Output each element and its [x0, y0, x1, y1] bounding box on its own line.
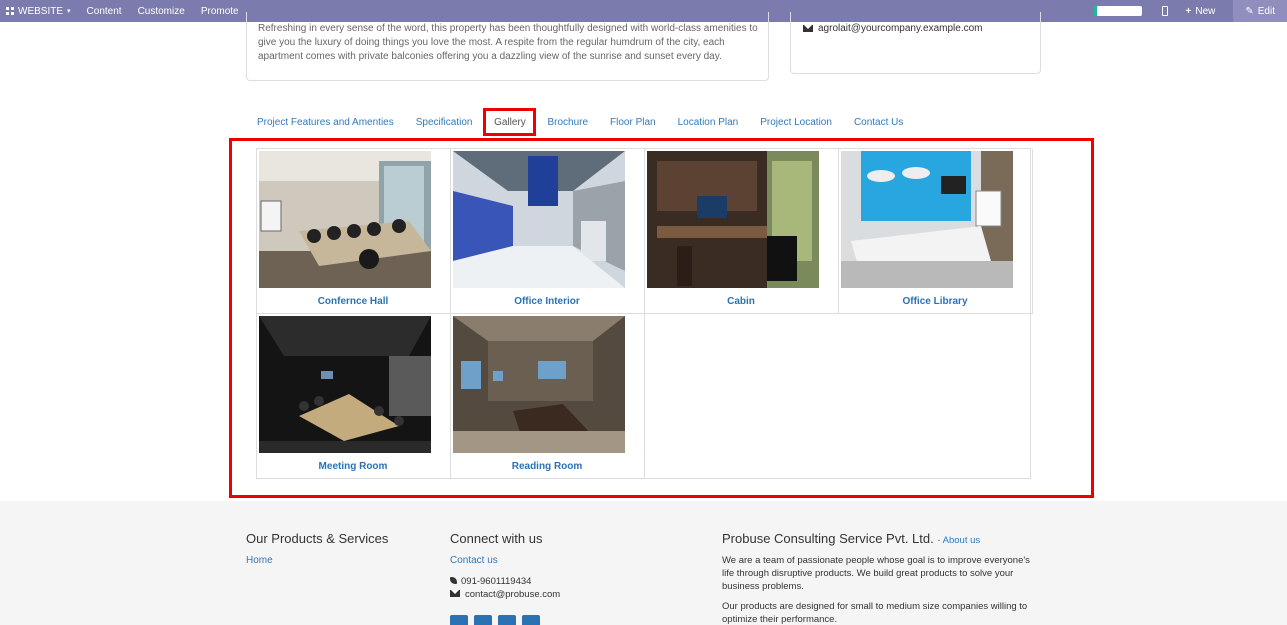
about-paragraph-1: We are a team of passionate people whose…	[722, 555, 1030, 592]
company-title: Probuse Consulting Service Pvt. Ltd. - A…	[722, 531, 1037, 546]
reading-room-image[interactable]	[453, 316, 625, 453]
menu-promote[interactable]: Promote	[193, 0, 247, 22]
footer-company: Probuse Consulting Service Pvt. Ltd. - A…	[722, 501, 1037, 625]
products-title: Our Products & Services	[246, 531, 389, 546]
tab-gallery[interactable]: Gallery	[483, 108, 537, 136]
publish-toggle[interactable]	[1093, 6, 1142, 16]
footer-products: Our Products & Services Home	[246, 501, 388, 566]
gallery-caption[interactable]: Cabin	[645, 296, 837, 307]
facebook-icon[interactable]	[450, 615, 468, 625]
project-tabs: Project Features and Amenties Specificat…	[246, 108, 914, 136]
tab-floor-plan[interactable]: Floor Plan	[599, 108, 667, 136]
meeting-room-image[interactable]	[259, 316, 431, 453]
new-label: New	[1195, 5, 1216, 17]
menu-customize[interactable]: Customize	[130, 0, 193, 22]
gallery-caption[interactable]: Reading Room	[451, 461, 643, 472]
connect-title: Connect with us	[450, 531, 543, 546]
tab-contact-us[interactable]: Contact Us	[843, 108, 914, 136]
tab-project-location[interactable]: Project Location	[749, 108, 843, 136]
about-us-link[interactable]: - About us	[937, 535, 980, 546]
new-button[interactable]: + New	[1186, 6, 1216, 17]
gallery-caption[interactable]: Office Interior	[451, 296, 643, 307]
gallery-caption[interactable]: Office Library	[839, 296, 1031, 307]
footer-contact-link[interactable]: Contact us	[450, 555, 560, 566]
tab-specification[interactable]: Specification	[405, 108, 484, 136]
footer-phone: 091-9601119434	[450, 575, 560, 588]
website-label: WEBSITE	[18, 5, 64, 17]
footer: Our Products & Services Home Connect wit…	[0, 501, 1287, 625]
gallery-item[interactable]: Office Library	[839, 149, 1033, 314]
tab-brochure[interactable]: Brochure	[536, 108, 599, 136]
intro-text: Refreshing in every sense of the word, t…	[258, 23, 758, 62]
caret-down-icon: ▾	[67, 8, 71, 15]
gallery-caption[interactable]: Meeting Room	[257, 461, 449, 472]
gallery-item[interactable]: Reading Room	[451, 314, 645, 479]
gallery-item[interactable]: Cabin	[645, 149, 839, 314]
envelope-icon	[450, 590, 460, 597]
email-text: contact@probuse.com	[465, 589, 561, 600]
plus-icon: +	[1185, 5, 1192, 17]
about-paragraph-2: Our products are designed for small to m…	[722, 601, 1028, 625]
conference-hall-image[interactable]	[259, 151, 431, 288]
gallery-caption[interactable]: Confernce Hall	[257, 296, 449, 307]
footer-email: contact@probuse.com	[450, 588, 560, 601]
social-icons	[450, 615, 540, 625]
phone-icon	[450, 577, 457, 584]
linkedin-icon[interactable]	[498, 615, 516, 625]
website-menu[interactable]: WEBSITE ▾	[0, 0, 79, 22]
gallery-item[interactable]: Confernce Hall	[257, 149, 451, 314]
twitter-icon[interactable]	[474, 615, 492, 625]
cabin-image[interactable]	[647, 151, 819, 288]
gallery-item[interactable]: Office Interior	[451, 149, 645, 314]
contact-email-text: agrolait@yourcompany.example.com	[818, 23, 983, 34]
google-plus-icon[interactable]	[522, 615, 540, 625]
mobile-preview-icon[interactable]	[1161, 6, 1168, 16]
pencil-icon: ✎	[1245, 5, 1254, 17]
office-interior-image[interactable]	[453, 151, 625, 288]
tab-project-features[interactable]: Project Features and Amenties	[246, 108, 405, 136]
phone-text: 091-9601119434	[461, 576, 532, 587]
description-card: Refreshing in every sense of the word, t…	[246, 12, 769, 81]
envelope-icon	[803, 25, 813, 32]
apps-grid-icon	[6, 7, 14, 15]
tab-location-plan[interactable]: Location Plan	[667, 108, 750, 136]
company-name: Probuse Consulting Service Pvt. Ltd.	[722, 531, 934, 546]
footer-connect: Connect with us Contact us 091-960111943…	[450, 501, 560, 625]
office-library-image[interactable]	[841, 151, 1013, 288]
gallery-item[interactable]: Meeting Room	[257, 314, 451, 479]
contact-card: agrolait@yourcompany.example.com	[790, 12, 1041, 74]
edit-button[interactable]: ✎ Edit	[1233, 0, 1287, 22]
menu-content[interactable]: Content	[79, 0, 130, 22]
footer-home-link[interactable]: Home	[246, 555, 388, 566]
edit-label: Edit	[1257, 5, 1275, 17]
contact-email: agrolait@yourcompany.example.com	[803, 23, 982, 34]
gallery-grid: Confernce Hall Office Interior Cabin Off…	[256, 148, 1033, 479]
